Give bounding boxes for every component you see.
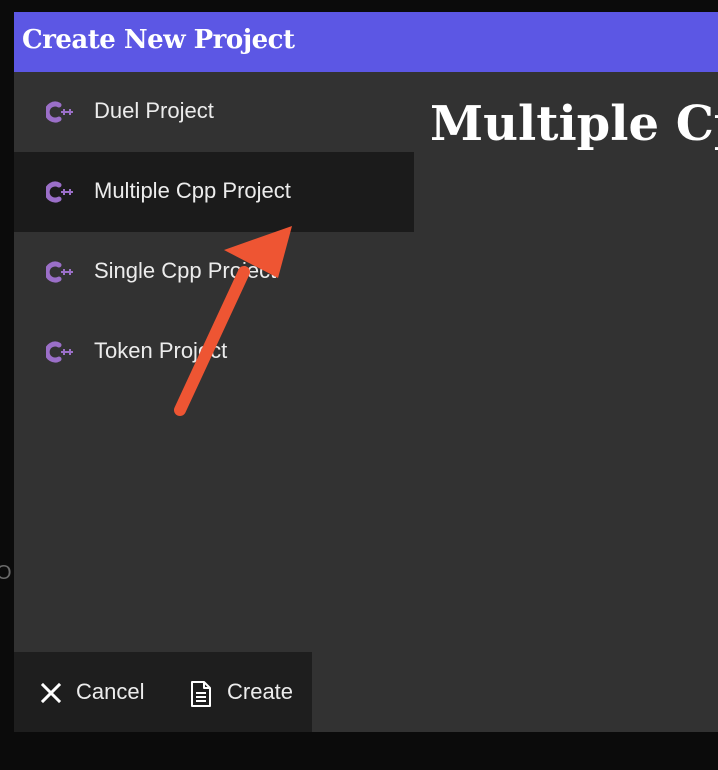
background-partial-text: O [0, 562, 12, 584]
project-type-multiple-cpp[interactable]: Multiple Cpp Project [14, 152, 414, 232]
cpp-icon [44, 180, 74, 204]
close-icon [38, 680, 64, 706]
project-type-duel[interactable]: Duel Project [14, 72, 414, 152]
project-type-single-cpp[interactable]: Single Cpp Project [14, 232, 414, 312]
project-type-token[interactable]: Token Project [14, 312, 414, 392]
cpp-icon [44, 340, 74, 364]
project-type-label: Duel Project [94, 98, 214, 123]
dialog-title-bar: Create New Project [14, 12, 718, 72]
project-type-label: Token Project [94, 338, 228, 363]
cpp-icon [44, 260, 74, 284]
document-icon [188, 680, 214, 707]
cancel-label: Cancel [76, 679, 145, 704]
preview-title: Multiple Cpp [430, 96, 718, 152]
dialog-title: Create New Project [22, 25, 295, 55]
project-type-label: Multiple Cpp Project [94, 178, 291, 203]
cpp-icon [44, 100, 74, 124]
create-button[interactable]: Create [174, 652, 312, 732]
create-label: Create [227, 679, 294, 704]
project-type-list: Duel Project Multiple Cpp Project Single… [14, 72, 414, 732]
dialog-footer: Cancel Create [14, 652, 312, 732]
project-type-label: Single Cpp Project [94, 258, 277, 283]
create-project-dialog: Create New Project Duel Project Multiple… [14, 12, 718, 732]
cancel-button[interactable]: Cancel [14, 652, 164, 732]
